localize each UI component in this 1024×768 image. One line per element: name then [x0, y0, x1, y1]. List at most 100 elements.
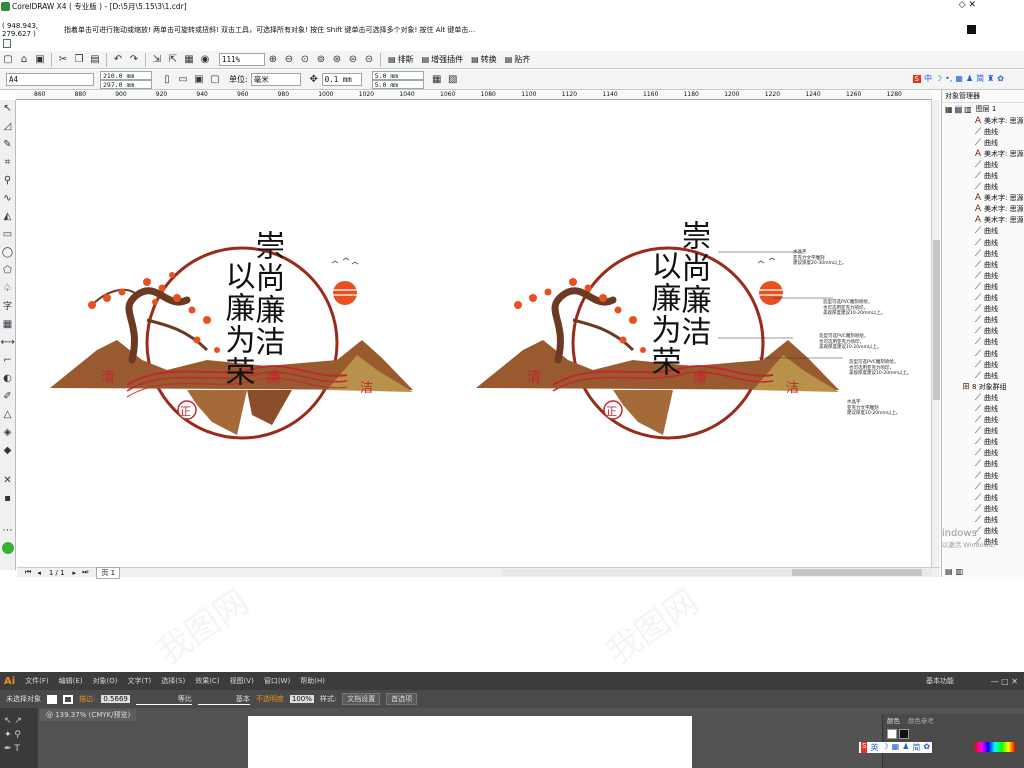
zoom-tool-icon[interactable]: ⚲ — [1, 174, 15, 188]
object-list-item[interactable]: ⟋ 曲线 — [972, 237, 1024, 248]
delete-layer-icon[interactable]: ▥ — [956, 567, 964, 576]
ai-menu-file[interactable]: 文件(F) — [25, 676, 49, 686]
ai-selection-tool-icon[interactable]: ↖ — [4, 716, 12, 726]
current-page-icon[interactable]: ▢ — [208, 73, 222, 87]
ai-window-controls[interactable]: — ▢ ✕ — [991, 677, 1018, 686]
import-icon[interactable]: ⇲ — [150, 53, 164, 67]
page-size-select[interactable]: A4 — [6, 73, 94, 86]
cut-icon[interactable]: ✂ — [56, 53, 70, 67]
vertical-scrollbar[interactable] — [931, 100, 940, 567]
last-page-icon[interactable]: ⏭ — [82, 568, 88, 577]
outline-tool-icon[interactable]: △ — [1, 408, 15, 422]
ai-type-tool-icon[interactable]: T — [14, 744, 20, 754]
ai-menu-effect[interactable]: 效果(C) — [195, 676, 219, 686]
blend-tool-icon[interactable]: ◐ — [1, 372, 15, 386]
horizontal-scroll-thumb[interactable] — [792, 569, 922, 576]
ai-stroke-style1[interactable]: 等比 — [135, 694, 192, 705]
copy-icon[interactable]: ❐ — [72, 53, 86, 67]
green-handle-icon[interactable] — [1, 542, 14, 554]
ai-direct-select-icon[interactable]: ↗ — [14, 716, 22, 726]
duplicate-x-input[interactable]: 5.0 mm — [371, 70, 424, 80]
object-list-item[interactable]: ⊞ 8 对象群组 — [960, 381, 1024, 392]
nudge-input[interactable]: 0.1 mm — [321, 73, 362, 86]
object-list-item[interactable]: A 美术字: 思源 — [972, 204, 1024, 215]
object-list-item[interactable]: ⟋ 曲线 — [972, 348, 1024, 359]
layer-manager-icon[interactable]: ▥ — [964, 105, 972, 114]
object-list-item[interactable]: ⟋ 曲线 — [972, 392, 1024, 403]
ai-color-swatches-icon[interactable] — [887, 729, 1020, 739]
ai-doc-setup-button[interactable]: 文档设置 — [342, 693, 381, 705]
object-list-item[interactable]: ⟋ 曲线 — [972, 492, 1024, 503]
crop-tool-icon[interactable]: ⌗ — [1, 156, 15, 170]
ai-menu-select[interactable]: 选择(S) — [161, 676, 185, 686]
zoom-all-icon[interactable]: ⊚ — [314, 53, 328, 67]
basic-shapes-icon[interactable]: ♤ — [1, 282, 15, 296]
ai-artboard[interactable] — [248, 716, 692, 768]
page-width-input[interactable]: 210.0 mm — [100, 70, 152, 80]
object-list-item[interactable]: ⟋ 曲线 — [972, 470, 1024, 481]
object-list-item[interactable]: ⟋ 曲线 — [972, 459, 1024, 470]
object-list-item[interactable]: ⟋ 曲线 — [972, 426, 1024, 437]
text-tool-icon[interactable]: 字 — [1, 300, 15, 314]
object-list-item[interactable]: ⟋ 曲线 — [972, 270, 1024, 281]
window-controls[interactable]: ◇ ✕ — [959, 0, 976, 11]
horizontal-scrollbar[interactable] — [502, 569, 932, 576]
ai-menu-object[interactable]: 对象(O) — [93, 676, 118, 686]
options-icon[interactable]: ▦ — [430, 73, 444, 87]
freehand-tool-icon[interactable]: ∿ — [1, 192, 15, 206]
zoom-selected-icon[interactable]: ⊙ — [298, 53, 312, 67]
object-list-item[interactable]: ⟋ 曲线 — [972, 126, 1024, 137]
shape-tool-icon[interactable]: ◿ — [1, 120, 15, 134]
settings-icon[interactable]: ▧ — [446, 73, 460, 87]
document-icon[interactable] — [3, 38, 11, 48]
page-tab[interactable]: 页 1 — [96, 566, 121, 579]
object-list-item[interactable]: ⟋ 曲线 — [972, 159, 1024, 170]
app-launcher-icon[interactable]: ▦ — [182, 53, 196, 67]
ai-menu-window[interactable]: 窗口(W) — [264, 676, 290, 686]
table-tool-icon[interactable]: ▦ — [1, 318, 15, 332]
object-list-item[interactable]: ⟋ 曲线 — [972, 182, 1024, 193]
ai-prefs-button[interactable]: 首选项 — [386, 693, 418, 705]
no-fill-icon[interactable]: ✕ — [1, 474, 15, 488]
landscape-icon[interactable]: ▭ — [176, 73, 190, 87]
ai-workspace-select[interactable]: 基本功能 — [926, 676, 954, 686]
object-list-item[interactable]: ⟋ 曲线 — [972, 315, 1024, 326]
smart-fill-icon[interactable]: ◭ — [1, 210, 15, 224]
redo-icon[interactable]: ↷ — [127, 53, 141, 67]
artwork-right[interactable]: 崇尚廉洁 以廉为荣 清 廉 正 洁 — [473, 210, 843, 450]
ellipse-tool-icon[interactable]: ◯ — [1, 246, 15, 260]
ai-pen-tool-icon[interactable]: ✒ — [4, 744, 12, 754]
object-list-item[interactable]: ⟋ 曲线 — [972, 359, 1024, 370]
drawing-canvas[interactable]: 崇尚廉洁 以廉为荣 清 廉 正 洁 崇尚廉洁 以廉为荣 清 廉 正 洁 水晶字 … — [17, 100, 931, 567]
object-list-item[interactable]: ⟋ 曲线 — [972, 304, 1024, 315]
undo-icon[interactable]: ↶ — [111, 53, 125, 67]
object-list-item[interactable]: A 美术字: 思源 — [972, 115, 1024, 126]
palette-swatch-icon[interactable]: ▪ — [1, 492, 15, 506]
portrait-icon[interactable]: ▯ — [160, 73, 174, 87]
zoom-in-icon[interactable]: ⊕ — [266, 53, 280, 67]
zoom-page-icon[interactable]: ⊛ — [330, 53, 344, 67]
object-list-item[interactable]: A 美术字: 思源 — [972, 193, 1024, 204]
zoom-out-icon[interactable]: ⊖ — [282, 53, 296, 67]
next-page-icon[interactable]: ▸ — [73, 569, 77, 577]
object-list-item[interactable]: ⟋ 曲线 — [972, 337, 1024, 348]
object-list-item[interactable]: ⟋ 曲线 — [972, 481, 1024, 492]
units-select[interactable]: 毫米 — [250, 73, 301, 86]
rectangle-tool-icon[interactable]: ▭ — [1, 228, 15, 242]
object-list-item[interactable]: ⟋ 曲线 — [972, 326, 1024, 337]
palette-expand-icon[interactable]: ⋯ — [1, 524, 15, 538]
toolbar-button-convert[interactable]: ▤ 转换 — [467, 52, 501, 68]
toolbar-button-arrange[interactable]: ▤ 排斯 — [384, 52, 418, 68]
ai-menu-type[interactable]: 文字(T) — [128, 676, 152, 686]
connector-tool-icon[interactable]: ⌐ — [1, 354, 15, 368]
open-file-icon[interactable]: ⌂ — [17, 53, 31, 67]
artwork-left[interactable]: 崇尚廉洁 以廉为荣 清 廉 正 洁 — [47, 210, 417, 450]
ai-ime-bar[interactable]: S 英 ☽ ▦ ♟ 简 ✿ — [859, 742, 933, 753]
ai-menu-edit[interactable]: 编辑(E) — [59, 676, 83, 686]
object-list-item[interactable]: A 美术字: 思源 — [972, 148, 1024, 159]
all-pages-icon[interactable]: ▣ — [192, 73, 206, 87]
object-list-item[interactable]: ⟋ 曲线 — [972, 370, 1024, 381]
zoom-width-icon[interactable]: ⊜ — [346, 53, 360, 67]
ai-doc-tab[interactable]: @ 139.37% (CMYK/预览) — [40, 709, 137, 721]
ai-fill-swatch[interactable] — [47, 694, 57, 704]
